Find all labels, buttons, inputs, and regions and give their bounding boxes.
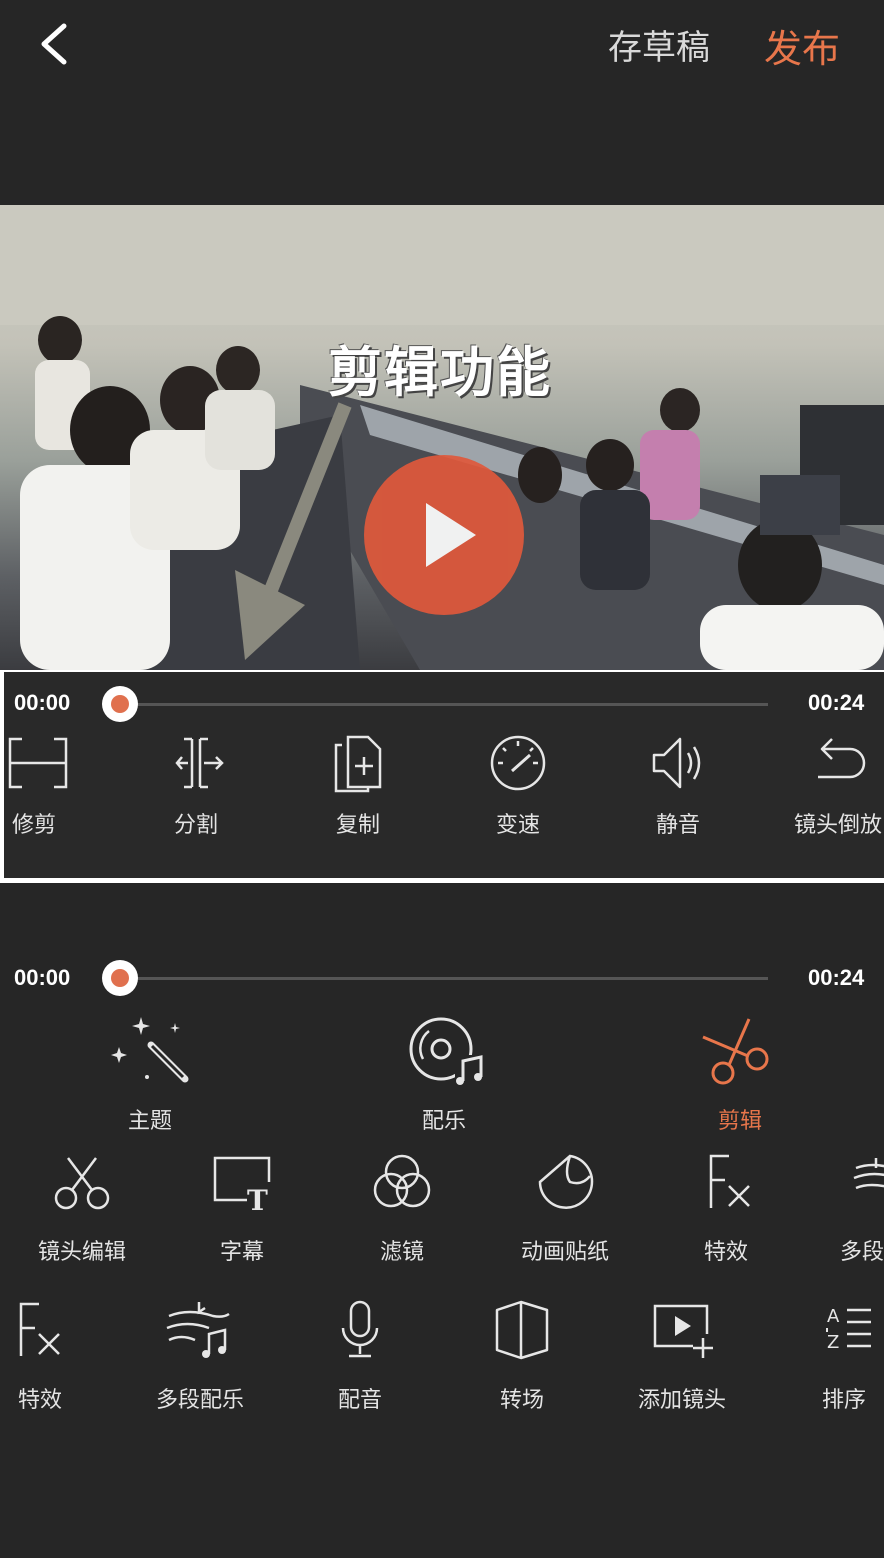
- effects-label-2: 特效: [17, 1388, 62, 1413]
- publish-button[interactable]: 发布: [764, 18, 840, 73]
- timeline-track[interactable]: [120, 703, 768, 706]
- current-time-2: 00:00: [14, 965, 71, 990]
- magic-wand-icon: [111, 1017, 189, 1083]
- copy-icon: [334, 735, 382, 793]
- filter-label: 滤镜: [379, 1240, 424, 1265]
- add-clip-label: 添加镜头: [637, 1388, 726, 1413]
- clip-edit-tool[interactable]: 镜头编辑: [30, 1152, 134, 1266]
- scissors-icon: [54, 1157, 110, 1210]
- trim-tool[interactable]: 修剪: [0, 735, 72, 839]
- sticker-icon: [538, 1154, 594, 1209]
- filter-icon: [373, 1154, 431, 1208]
- trim-icon: [8, 737, 68, 789]
- svg-text:A: A: [827, 1306, 840, 1327]
- transition-tool[interactable]: 转场: [482, 1300, 562, 1414]
- effects-tool[interactable]: 特效: [684, 1152, 768, 1266]
- video-overlay-title: 剪辑功能: [328, 341, 552, 404]
- sticker-label: 动画贴纸: [520, 1240, 609, 1265]
- microphone-icon: [341, 1300, 379, 1358]
- effects-label: 特效: [703, 1240, 748, 1265]
- add-clip-tool[interactable]: 添加镜头: [630, 1300, 734, 1414]
- sort-label: 排序: [821, 1388, 866, 1413]
- tab-music[interactable]: 配乐: [394, 1015, 494, 1135]
- copy-tool[interactable]: 复制: [318, 735, 398, 839]
- top-bar: [0, 0, 884, 205]
- multi-music-tool[interactable]: 多段: [836, 1152, 884, 1266]
- undo-arrow-icon: [818, 738, 866, 779]
- timeline-track-2[interactable]: [120, 977, 768, 980]
- voiceover-label: 配音: [337, 1388, 382, 1413]
- timeline-scrubber-2[interactable]: [102, 960, 138, 996]
- reverse-label: 镜头倒放: [794, 813, 883, 838]
- subtitle-label: 字幕: [219, 1240, 264, 1265]
- sort-az-icon: A Z: [826, 1306, 871, 1353]
- split-icon: [175, 737, 224, 789]
- total-time: 00:24: [808, 690, 865, 715]
- clip-edit-label: 镜头编辑: [37, 1240, 126, 1265]
- tab-theme[interactable]: 主题: [100, 1015, 200, 1135]
- multi-music-label: 多段: [840, 1240, 884, 1265]
- tab-music-label: 配乐: [421, 1109, 466, 1134]
- multi-music-icon: [166, 1302, 230, 1358]
- filter-tool[interactable]: 滤镜: [360, 1152, 444, 1266]
- subtitle-icon: T: [213, 1156, 271, 1212]
- voiceover-tool[interactable]: 配音: [320, 1300, 400, 1414]
- speaker-icon: [652, 737, 701, 789]
- svg-text:T: T: [247, 1184, 268, 1212]
- tab-theme-label: 主题: [127, 1109, 172, 1134]
- play-button[interactable]: [364, 455, 524, 615]
- transition-label: 转场: [499, 1388, 544, 1413]
- sticker-tool[interactable]: 动画贴纸: [510, 1152, 620, 1266]
- mute-label: 静音: [655, 813, 700, 838]
- fx-icon: [19, 1302, 60, 1356]
- speed-tool[interactable]: 变速: [478, 735, 558, 839]
- multi-music-icon: [853, 1158, 884, 1190]
- tab-edit[interactable]: 剪辑: [690, 1015, 790, 1135]
- reverse-tool[interactable]: 镜头倒放: [790, 735, 884, 839]
- multi-music-label-2: 多段配乐: [155, 1388, 244, 1413]
- sort-tool[interactable]: A Z 排序: [804, 1300, 884, 1414]
- play-icon: [426, 503, 476, 567]
- effects-tool-2[interactable]: 特效: [0, 1300, 80, 1414]
- trim-label: 修剪: [12, 813, 57, 838]
- timeline-scrubber[interactable]: [102, 686, 138, 722]
- speedometer-icon: [490, 735, 546, 791]
- current-time: 00:00: [14, 690, 71, 715]
- multi-music-tool-2[interactable]: 多段配乐: [150, 1300, 250, 1414]
- mute-tool[interactable]: 静音: [638, 735, 718, 839]
- split-label: 分割: [173, 813, 218, 838]
- split-tool[interactable]: 分割: [156, 735, 236, 839]
- svg-text:Z: Z: [827, 1332, 839, 1353]
- fx-icon: [709, 1154, 750, 1208]
- copy-label: 复制: [335, 813, 380, 838]
- total-time-2: 00:24: [808, 965, 865, 990]
- add-clip-icon: [653, 1304, 713, 1358]
- chevron-left-icon[interactable]: [36, 22, 76, 66]
- scissors-icon: [702, 1018, 769, 1085]
- tab-edit-label: 剪辑: [717, 1109, 762, 1134]
- save-draft-button[interactable]: 存草稿: [608, 20, 710, 69]
- transition-icon: [495, 1300, 549, 1360]
- speed-label: 变速: [495, 813, 540, 838]
- music-disc-icon: [409, 1017, 485, 1087]
- subtitle-tool[interactable]: T 字幕: [200, 1152, 284, 1266]
